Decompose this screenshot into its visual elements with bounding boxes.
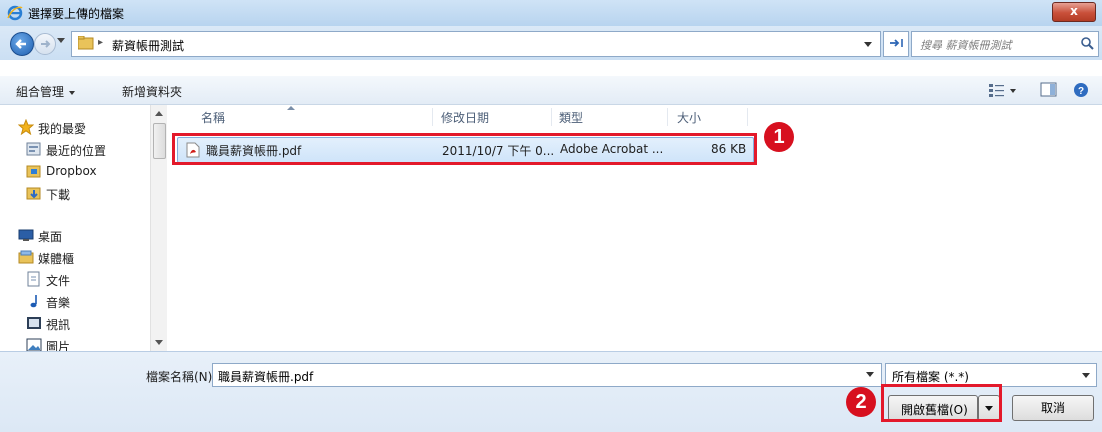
nav-item-label: 我的最愛 xyxy=(38,122,87,136)
videos-icon xyxy=(27,317,41,329)
search-box[interactable]: 搜尋 薪資帳冊測試 xyxy=(911,31,1099,57)
nav-item-label: 媒體櫃 xyxy=(38,252,75,266)
command-bar: 組合管理 新增資料夾 ? xyxy=(0,76,1102,105)
address-row: ▸ 薪資帳冊測試 搜尋 薪資帳冊測試 xyxy=(0,26,1102,60)
file-type-filter-value: 所有檔案 (*.*) xyxy=(892,370,969,384)
nav-item-label: 下載 xyxy=(46,188,71,202)
downloads-folder-icon xyxy=(26,187,41,200)
address-bar[interactable]: ▸ 薪資帳冊測試 xyxy=(71,31,881,57)
recent-places-icon xyxy=(26,142,41,156)
refresh-icon xyxy=(890,39,903,47)
column-header-type[interactable]: 類型 xyxy=(559,109,583,126)
filename-label: 檔案名稱(N): xyxy=(146,370,217,384)
nav-item-label: 桌面 xyxy=(38,230,63,244)
column-divider[interactable] xyxy=(432,108,433,126)
scrollbar-thumb[interactable] xyxy=(153,123,166,159)
organize-label: 組合管理 xyxy=(16,85,65,99)
cancel-button[interactable]: 取消 xyxy=(1012,395,1094,421)
back-arrow-icon xyxy=(15,39,26,49)
nav-item-label: Dropbox xyxy=(46,164,97,178)
nav-item-label: 音樂 xyxy=(46,296,71,310)
step-badge-2: 2 xyxy=(846,387,876,417)
column-header-modified[interactable]: 修改日期 xyxy=(441,109,489,126)
column-header-name[interactable]: 名稱 xyxy=(201,109,225,126)
organize-menu[interactable]: 組合管理 xyxy=(16,83,76,100)
file-open-dialog: 選擇要上傳的檔案 x ▸ 薪資帳冊測試 搜尋 薪資帳冊測試 組合管理 新增資料夾… xyxy=(0,0,1102,432)
sort-ascending-icon xyxy=(287,106,295,110)
dialog-title: 選擇要上傳的檔案 xyxy=(28,7,125,21)
svg-text:?: ? xyxy=(1078,86,1084,97)
navigation-pane: 我的最愛 最近的位置 Dropbox 下載 桌面 媒體櫃 文件 音樂 視訊 圖片 xyxy=(0,105,150,354)
documents-icon xyxy=(27,271,40,287)
close-button[interactable]: x xyxy=(1052,2,1096,22)
search-placeholder: 搜尋 薪資帳冊測試 xyxy=(920,39,1012,52)
forward-button[interactable] xyxy=(34,33,56,55)
forward-arrow-icon xyxy=(41,40,51,48)
filename-dropdown-icon[interactable] xyxy=(866,372,874,377)
music-icon xyxy=(30,295,37,308)
internet-explorer-icon xyxy=(7,5,23,21)
dropbox-folder-icon xyxy=(26,165,41,178)
scroll-down-icon[interactable] xyxy=(155,340,163,345)
address-history-dropdown[interactable] xyxy=(864,42,872,47)
filename-value: 職員薪資帳冊.pdf xyxy=(218,370,314,384)
search-icon[interactable] xyxy=(1080,36,1094,50)
nav-item-label: 最近的位置 xyxy=(46,144,107,158)
chevron-down-icon xyxy=(1082,373,1090,378)
breadcrumb-separator[interactable]: ▸ xyxy=(98,37,103,48)
desktop-icon xyxy=(18,229,34,241)
preview-pane-icon[interactable] xyxy=(1040,82,1058,98)
recent-pages-dropdown[interactable] xyxy=(57,38,65,43)
refresh-button[interactable] xyxy=(883,31,909,57)
libraries-icon xyxy=(18,250,34,264)
star-icon xyxy=(18,119,34,135)
column-divider[interactable] xyxy=(747,108,748,126)
folder-icon xyxy=(78,36,94,50)
new-folder-button[interactable]: 新增資料夾 xyxy=(122,83,182,100)
nav-pane-scrollbar[interactable] xyxy=(150,105,168,351)
breadcrumb-current-folder[interactable]: 薪資帳冊測試 xyxy=(112,37,184,54)
title-bar: 選擇要上傳的檔案 x xyxy=(0,0,1102,27)
step-badge-1: 1 xyxy=(764,122,794,152)
help-icon[interactable]: ? xyxy=(1072,82,1090,98)
nav-item-label: 視訊 xyxy=(46,318,71,332)
column-header-size[interactable]: 大小 xyxy=(677,109,701,126)
back-button[interactable] xyxy=(10,32,34,56)
column-divider[interactable] xyxy=(667,108,668,126)
callout-highlight-open-button xyxy=(881,384,1002,422)
scroll-up-icon[interactable] xyxy=(155,111,163,116)
filename-input[interactable]: 職員薪資帳冊.pdf xyxy=(212,363,882,387)
callout-highlight-file xyxy=(172,133,757,165)
nav-item-label: 文件 xyxy=(46,274,71,288)
view-dropdown-icon[interactable] xyxy=(1010,89,1016,93)
chevron-down-icon xyxy=(69,90,76,95)
view-options-icon[interactable] xyxy=(988,82,1006,98)
column-divider[interactable] xyxy=(551,108,552,126)
